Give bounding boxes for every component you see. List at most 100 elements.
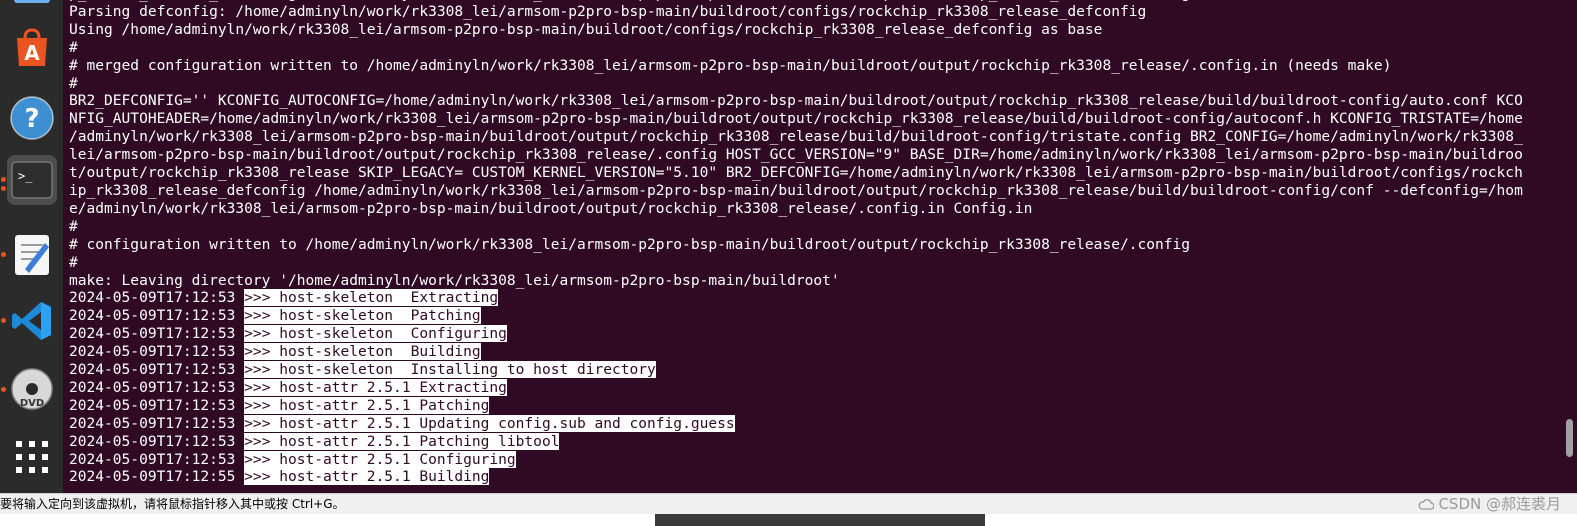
build-step-message: >>> host-skeleton Configuring bbox=[244, 325, 507, 343]
log-timestamp: 2024-05-09T17:12:53 bbox=[69, 343, 245, 361]
dock-item-ubuntu-software[interactable]: A bbox=[7, 24, 57, 74]
watermark: CSDN @郝连裘月 bbox=[1418, 494, 1561, 514]
vscode-icon bbox=[12, 302, 51, 340]
terminal-line: 2024-05-09T17:12:53 >>> host-skeleton Co… bbox=[69, 325, 1523, 343]
line-text: # bbox=[69, 253, 78, 271]
build-step-message: >>> host-attr 2.5.1 Extracting bbox=[244, 378, 507, 396]
build-step-message: >>> host-attr 2.5.1 Patching libtool bbox=[244, 432, 560, 450]
line-text: # bbox=[69, 38, 78, 56]
vm-status-bar: 要将输入定向到该虚拟机，请将鼠标指针移入其中或按 Ctrl+G。 CSDN @郝… bbox=[0, 493, 1577, 515]
terminal-line: 2024-05-09T17:12:53 >>> host-attr 2.5.1 … bbox=[69, 450, 1523, 469]
running-indicator bbox=[1, 177, 6, 182]
folder-icon bbox=[14, 0, 50, 3]
terminal-line: /adminyln/work/rk3308_lei/armsom-p2pro-b… bbox=[69, 128, 1523, 146]
dock: A ? >_ DVD bbox=[0, 0, 63, 493]
line-text: BR2_DEFCONFIG='' KCONFIG_AUTOCONFIG=/hom… bbox=[69, 92, 1523, 110]
dock-item-files[interactable] bbox=[7, 0, 57, 12]
terminal-line: 2024-05-09T17:12:53 >>> host-skeleton Pa… bbox=[69, 307, 1523, 325]
running-indicator bbox=[1, 186, 6, 191]
line-text: # merged configuration written to /home/… bbox=[69, 56, 1392, 74]
build-step-message: >>> host-skeleton Building bbox=[244, 343, 481, 361]
build-step-message: >>> host-attr 2.5.1 Building bbox=[244, 468, 490, 486]
line-text: # bbox=[69, 74, 78, 92]
line-text: t/output/rockchip_rk3308_release SKIP_LE… bbox=[69, 164, 1523, 182]
vm-screen: A ? >_ DVD Parsing defconfig: /home/admi… bbox=[0, 0, 1577, 526]
log-timestamp: 2024-05-09T17:12:53 bbox=[69, 432, 245, 450]
terminal-line: lei/armsom-p2pro-bsp-main/buildroot/outp… bbox=[69, 146, 1523, 164]
terminal-line: 2024-05-09T17:12:53 >>> host-attr 2.5.1 … bbox=[69, 432, 1523, 451]
line-text: Parsing defconfig: /home/adminyln/work/r… bbox=[69, 2, 1147, 20]
running-indicator bbox=[1, 387, 6, 392]
svg-text:?: ? bbox=[24, 104, 39, 134]
dock-item-vscode[interactable] bbox=[7, 296, 57, 346]
terminal-line: Parsing defconfig: /home/adminyln/work/r… bbox=[69, 3, 1523, 21]
running-indicator bbox=[1, 318, 6, 323]
terminal-line: e/adminyln/work/rk3308_lei/armsom-p2pro-… bbox=[69, 200, 1523, 218]
terminal-line: Using /home/adminyln/work/rk3308_lei/arm… bbox=[69, 21, 1523, 39]
build-step-message: >>> host-skeleton Patching bbox=[244, 307, 481, 325]
line-text: Using /home/adminyln/work/rk3308_lei/arm… bbox=[69, 20, 1103, 38]
terminal-line: 2024-05-09T17:12:53 >>> host-skeleton Ex… bbox=[69, 289, 1523, 307]
log-timestamp: 2024-05-09T17:12:53 bbox=[69, 414, 245, 432]
dvd-icon: DVD bbox=[11, 368, 53, 410]
log-timestamp: 2024-05-09T17:12:53 bbox=[69, 325, 245, 343]
line-text: make: Leaving directory '/home/adminyln/… bbox=[69, 271, 840, 289]
dock-item-show-apps[interactable] bbox=[7, 432, 57, 482]
terminal-line: # bbox=[69, 39, 1523, 57]
running-indicator bbox=[1, 252, 6, 257]
dock-item-text-editor[interactable] bbox=[7, 229, 57, 279]
line-text: p_rk3308_release_defconfig /home/adminyl… bbox=[69, 0, 1216, 2]
terminal-line: 2024-05-09T17:12:53 >>> host-attr 2.5.1 … bbox=[69, 396, 1523, 415]
help-icon: ? bbox=[10, 96, 54, 140]
build-step-message: >>> host-attr 2.5.1 Configuring bbox=[244, 450, 516, 468]
line-text: ip_rk3308_release_defconfig /home/adminy… bbox=[69, 181, 1523, 199]
terminal-line: 2024-05-09T17:12:53 >>> host-attr 2.5.1 … bbox=[69, 414, 1523, 433]
terminal-scrollbar[interactable] bbox=[1563, 0, 1577, 493]
terminal-line: NFIG_AUTOHEADER=/home/adminyln/work/rk33… bbox=[69, 110, 1523, 128]
watermark-text: CSDN @郝连裘月 bbox=[1438, 495, 1561, 513]
app-grid-icon bbox=[16, 441, 48, 473]
terminal-line: 2024-05-09T17:12:53 >>> host-attr 2.5.1 … bbox=[69, 378, 1523, 397]
vm-status-text: 要将输入定向到该虚拟机，请将鼠标指针移入其中或按 Ctrl+G。 bbox=[0, 497, 345, 511]
csdn-cloud-icon bbox=[1419, 499, 1435, 510]
dock-item-dvd[interactable]: DVD bbox=[7, 364, 57, 414]
terminal-line: # bbox=[69, 75, 1523, 93]
host-window-thumbnail[interactable] bbox=[655, 514, 985, 526]
build-step-message: >>> host-skeleton Extracting bbox=[244, 289, 499, 307]
terminal-icon: >_ bbox=[11, 161, 53, 199]
terminal-line: # merged configuration written to /home/… bbox=[69, 57, 1523, 75]
svg-text:A: A bbox=[24, 41, 40, 65]
terminal-line: BR2_DEFCONFIG='' KCONFIG_AUTOCONFIG=/hom… bbox=[69, 92, 1523, 110]
log-timestamp: 2024-05-09T17:12:53 bbox=[69, 307, 245, 325]
host-taskbar-strip bbox=[0, 514, 1577, 526]
line-text: lei/armsom-p2pro-bsp-main/buildroot/outp… bbox=[69, 146, 1523, 164]
terminal-line: 2024-05-09T17:12:53 >>> host-skeleton In… bbox=[69, 361, 1523, 379]
terminal-line: 2024-05-09T17:12:55 >>> host-attr 2.5.1 … bbox=[69, 468, 1523, 486]
terminal-line: t/output/rockchip_rk3308_release SKIP_LE… bbox=[69, 164, 1523, 182]
line-text: # configuration written to /home/adminyl… bbox=[69, 235, 1191, 253]
scrollbar-thumb[interactable] bbox=[1566, 419, 1573, 457]
build-step-message: >>> host-attr 2.5.1 Updating config.sub … bbox=[244, 414, 735, 432]
svg-text:>_: >_ bbox=[18, 169, 33, 183]
terminal-output[interactable]: p_rk3308_release_defconfig /home/adminyl… bbox=[63, 0, 1563, 493]
log-timestamp: 2024-05-09T17:12:53 bbox=[69, 396, 245, 414]
terminal-line: ip_rk3308_release_defconfig /home/adminy… bbox=[69, 182, 1523, 200]
dock-item-terminal[interactable]: >_ bbox=[7, 155, 57, 205]
line-text: e/adminyln/work/rk3308_lei/armsom-p2pro-… bbox=[69, 199, 1033, 217]
terminal-line: make: Leaving directory '/home/adminyln/… bbox=[69, 272, 1523, 290]
log-timestamp: 2024-05-09T17:12:55 bbox=[69, 468, 245, 486]
log-timestamp: 2024-05-09T17:12:53 bbox=[69, 289, 245, 307]
log-timestamp: 2024-05-09T17:12:53 bbox=[69, 450, 245, 468]
terminal-line: # bbox=[69, 218, 1523, 236]
dock-item-help[interactable]: ? bbox=[7, 93, 57, 143]
line-text: NFIG_AUTOHEADER=/home/adminyln/work/rk33… bbox=[69, 110, 1523, 128]
software-center-icon: A bbox=[17, 28, 47, 66]
terminal-line: # bbox=[69, 254, 1523, 272]
terminal-line: 2024-05-09T17:12:53 >>> host-skeleton Bu… bbox=[69, 343, 1523, 361]
svg-text:DVD: DVD bbox=[20, 398, 44, 409]
text-editor-icon bbox=[15, 235, 49, 275]
line-text: # bbox=[69, 217, 78, 235]
build-step-message: >>> host-skeleton Installing to host dir… bbox=[244, 361, 656, 379]
terminal-line: # configuration written to /home/adminyl… bbox=[69, 236, 1523, 254]
log-timestamp: 2024-05-09T17:12:53 bbox=[69, 361, 245, 379]
